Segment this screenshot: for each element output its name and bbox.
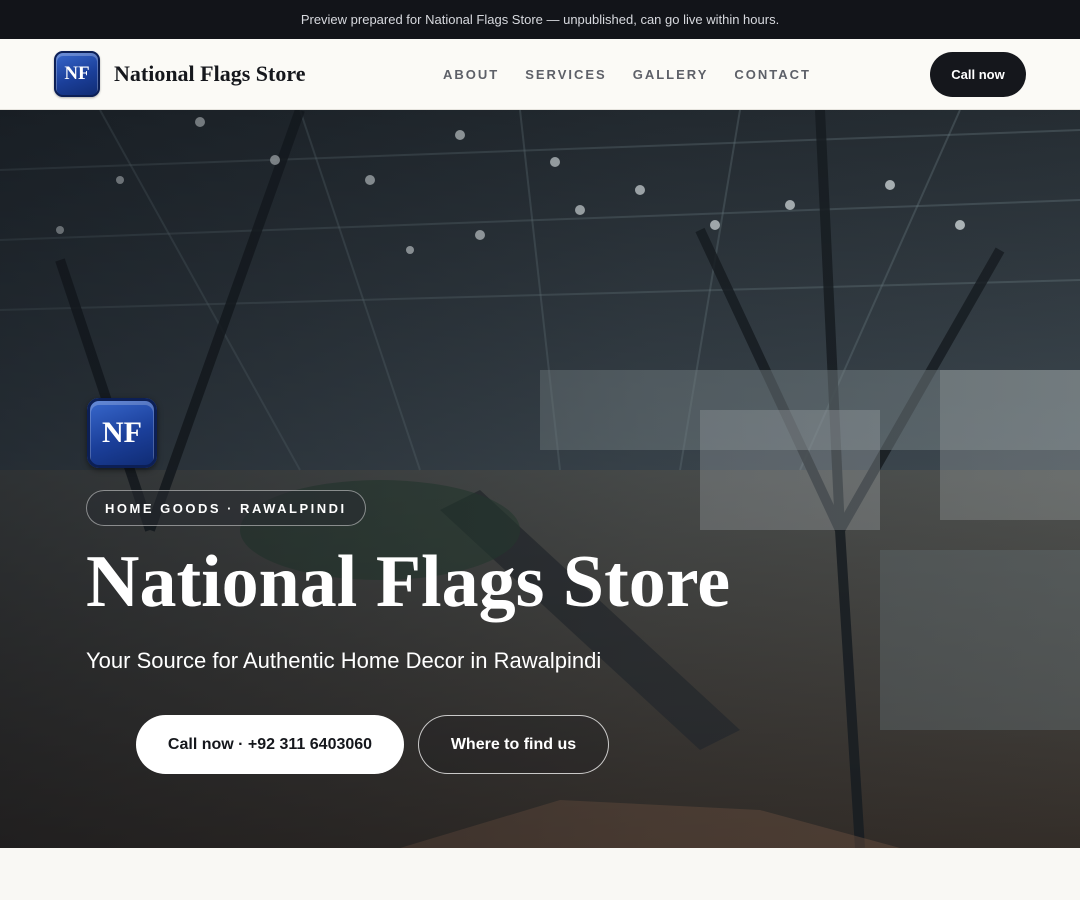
hero-subtitle: Your Source for Authentic Home Decor in … [86, 648, 602, 673]
hero-section: NF HOME GOODS · RAWALPINDI National Flag… [0, 110, 1080, 848]
hero-logo-badge: NF [87, 398, 157, 468]
nav-item-contact[interactable]: CONTACT [734, 67, 811, 82]
main-nav: ABOUT SERVICES GALLERY CONTACT [443, 39, 811, 110]
preview-banner-text: Preview prepared for National Flags Stor… [300, 12, 780, 27]
nav-item-about[interactable]: ABOUT [443, 67, 499, 82]
hero-title: National Flags Store [86, 541, 731, 623]
site-header: NF National Flags Store ABOUT SERVICES G… [0, 39, 1080, 110]
brand-name: National Flags Store [114, 61, 306, 86]
next-section [0, 848, 1080, 900]
hero-logo-initials: NF [102, 416, 142, 449]
hero-category-tag-text: HOME GOODS · RAWALPINDI [105, 500, 347, 516]
brand-logo-initials: NF [64, 63, 90, 84]
brand-logo-badge: NF [54, 51, 100, 97]
hero-call-button[interactable]: Call now · +92 311 6403060 [136, 715, 404, 774]
header-call-now-button[interactable]: Call now [930, 52, 1026, 97]
preview-banner: Preview prepared for National Flags Stor… [0, 0, 1080, 39]
hero-location-button[interactable]: Where to find us [418, 715, 609, 774]
hero-category-tag: HOME GOODS · RAWALPINDI [86, 490, 366, 526]
nav-item-gallery[interactable]: GALLERY [633, 67, 709, 82]
brand-link[interactable]: NF National Flags Store [54, 51, 305, 97]
nav-item-services[interactable]: SERVICES [525, 67, 607, 82]
